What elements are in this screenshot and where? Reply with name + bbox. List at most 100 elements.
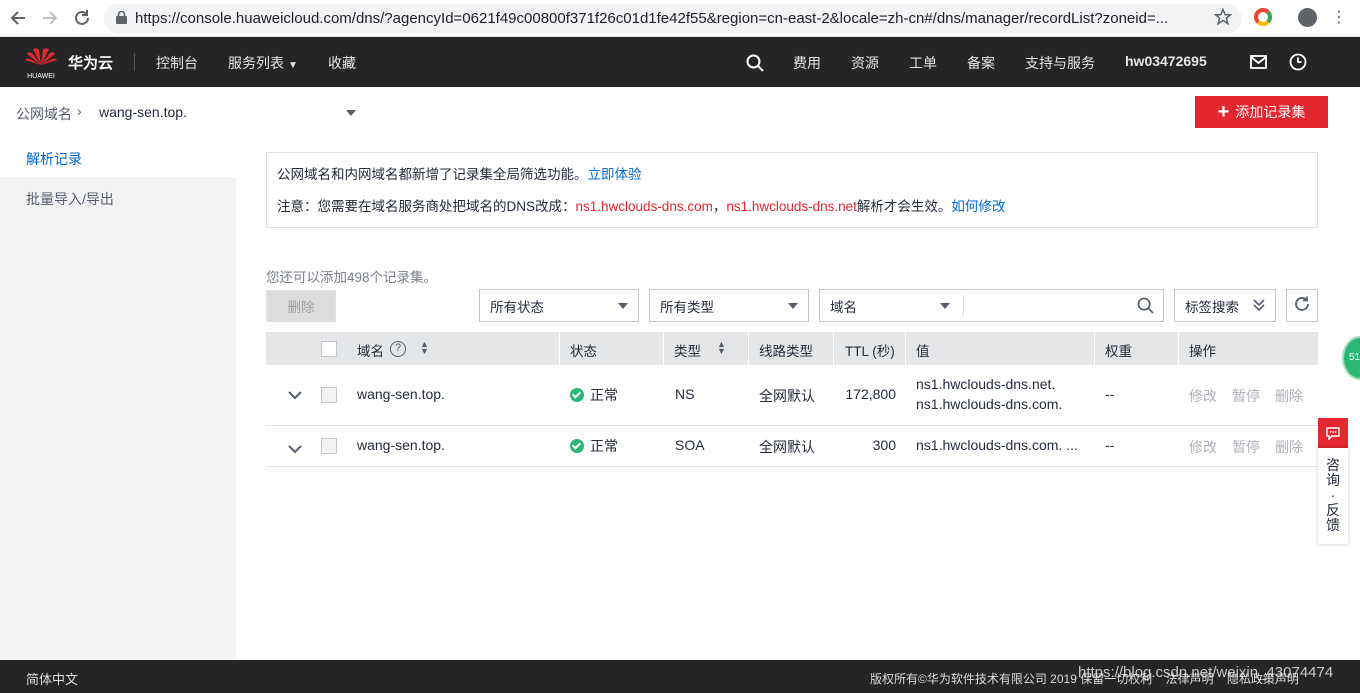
cell-line-type: 全网默认	[759, 388, 815, 404]
header-operations: 操作	[1189, 344, 1216, 359]
reload-icon[interactable]	[67, 3, 97, 33]
nav-support[interactable]: 支持与服务	[1025, 53, 1095, 73]
tag-search-dropdown[interactable]: 标签搜索	[1174, 289, 1276, 322]
status-filter-value: 所有状态	[490, 299, 544, 315]
cell-value-2: ns1.hwclouds-dns.com.	[916, 396, 1063, 412]
nav-console[interactable]: 控制台	[156, 53, 198, 73]
search-icon[interactable]	[1137, 297, 1154, 317]
refresh-button[interactable]	[1286, 289, 1318, 322]
language-switch[interactable]: 简体中文	[26, 669, 78, 688]
refresh-icon	[1293, 295, 1311, 316]
nav-billing[interactable]: 费用	[793, 53, 821, 73]
nav-tickets[interactable]: 工单	[909, 53, 937, 73]
caret-down-icon: ▼	[288, 60, 298, 71]
nav-divider	[134, 53, 135, 71]
edit-link[interactable]: 修改	[1189, 386, 1217, 406]
back-arrow-icon[interactable]	[3, 3, 33, 33]
star-icon[interactable]	[1213, 7, 1233, 29]
clock-icon[interactable]	[1289, 53, 1307, 74]
zone-dropdown-caret-icon[interactable]	[346, 110, 356, 116]
header-divider	[748, 332, 749, 365]
header-divider	[833, 332, 834, 365]
row-checkbox[interactable]	[321, 387, 337, 403]
header-line-type: 线路类型	[759, 344, 813, 359]
cell-weight: --	[1105, 437, 1115, 453]
mail-icon[interactable]	[1250, 55, 1267, 72]
help-icon[interactable]: ?	[390, 341, 406, 357]
quota-text: 您还可以添加498个记录集。	[266, 270, 438, 285]
cell-weight: --	[1105, 386, 1115, 402]
header-domain[interactable]: 域名	[357, 340, 384, 360]
huawei-logo[interactable]: HUAWEI	[24, 45, 58, 80]
url-text: https://console.huaweicloud.com/dns/?age…	[135, 10, 1169, 27]
pause-link[interactable]: 暂停	[1232, 437, 1260, 457]
expand-chevron-icon[interactable]	[288, 387, 302, 403]
notice-line-2: 注意：您需要在域名服务商处把域名的DNS改成：ns1.hwclouds-dns.…	[277, 197, 1307, 217]
nav-resources[interactable]: 资源	[851, 53, 879, 73]
forward-arrow-icon[interactable]	[35, 3, 65, 33]
select-all-checkbox[interactable]	[321, 341, 337, 357]
notice-text-2: 注意：您需要在域名服务商处把域名的DNS改成：	[277, 199, 576, 214]
expand-chevron-icon[interactable]	[288, 441, 302, 457]
notice-comma: ，	[712, 199, 727, 214]
notice-text-1: 公网域名和内网域名都新增了记录集全局筛选功能。	[277, 167, 588, 182]
nav-service-list[interactable]: 服务列表 ▼	[228, 53, 298, 73]
search-input[interactable]	[968, 293, 1128, 318]
breadcrumb-public-zone[interactable]: 公网域名	[16, 104, 72, 124]
nav-favorites[interactable]: 收藏	[328, 53, 356, 73]
search-field-select[interactable]: 域名	[830, 296, 857, 316]
status-text: 正常	[590, 438, 618, 454]
logo-text: HUAWEI	[27, 73, 55, 80]
add-record-set-label: 添加记录集	[1235, 104, 1306, 120]
header-weight: 权重	[1105, 344, 1132, 359]
cell-ttl: 172,800	[845, 386, 896, 402]
consult-feedback-panel[interactable]: 咨 询 · 反 馈	[1318, 448, 1348, 544]
try-now-link[interactable]: 立即体验	[588, 167, 642, 182]
chat-icon	[1326, 427, 1340, 443]
how-to-modify-link[interactable]: 如何修改	[951, 199, 1005, 214]
cell-type: SOA	[675, 437, 705, 453]
user-account[interactable]: hw03472695	[1125, 53, 1207, 69]
lock-icon	[116, 10, 127, 27]
chevron-down-icon	[618, 303, 628, 309]
consult-feedback-button[interactable]	[1318, 418, 1348, 448]
chevron-down-icon[interactable]	[940, 303, 950, 309]
top-navigation: HUAWEI 华为云 控制台 服务列表 ▼ 收藏 费用 资源 工单 备案 支持与服…	[0, 37, 1360, 87]
profile-avatar-icon[interactable]	[1298, 8, 1317, 27]
type-filter-select[interactable]: 所有类型	[649, 289, 809, 322]
tag-search-label: 标签搜索	[1185, 299, 1239, 315]
search-icon[interactable]	[746, 54, 764, 75]
sidebar-item-import-export[interactable]: 批量导入/导出	[26, 189, 114, 209]
extension-icon[interactable]	[1254, 8, 1272, 26]
status-filter-select[interactable]: 所有状态	[479, 289, 639, 322]
edit-link[interactable]: 修改	[1189, 437, 1217, 457]
header-type[interactable]: 类型	[674, 340, 701, 360]
delete-button[interactable]: 删除	[266, 290, 336, 322]
sidebar: 解析记录 批量导入/导出	[0, 137, 236, 660]
search-divider	[963, 295, 964, 317]
delete-link[interactable]: 删除	[1275, 437, 1303, 457]
pause-link[interactable]: 暂停	[1232, 386, 1260, 406]
chevron-down-icon	[788, 303, 798, 309]
zone-selector[interactable]: wang-sen.top.	[99, 104, 187, 120]
nav-icp[interactable]: 备案	[967, 53, 995, 73]
success-check-icon	[570, 388, 584, 402]
ns-server-1: ns1.hwclouds-dns.com	[575, 199, 713, 214]
more-vert-icon[interactable]: ⋮	[1331, 10, 1347, 26]
cell-line-type: 全网默认	[759, 439, 815, 455]
sort-icon[interactable]: ▲ ▼	[420, 340, 429, 356]
address-bar[interactable]: https://console.huaweicloud.com/dns/?age…	[104, 4, 1242, 33]
sidebar-item-records-active[interactable]: 解析记录	[26, 149, 82, 169]
row-checkbox[interactable]	[321, 438, 337, 454]
add-record-set-button[interactable]: + 添加记录集	[1195, 96, 1328, 128]
header-status: 状态	[570, 344, 597, 359]
type-filter-value: 所有类型	[660, 299, 714, 315]
brand-name[interactable]: 华为云	[68, 52, 113, 73]
double-chevron-down-icon	[1253, 298, 1265, 315]
header-divider	[559, 332, 560, 365]
delete-link[interactable]: 删除	[1275, 386, 1303, 406]
header-divider	[905, 332, 906, 365]
cell-value-1: ns1.hwclouds-dns.net.	[916, 376, 1056, 392]
breadcrumb-separator: ›	[77, 103, 82, 119]
sort-icon[interactable]: ▲ ▼	[717, 340, 726, 356]
